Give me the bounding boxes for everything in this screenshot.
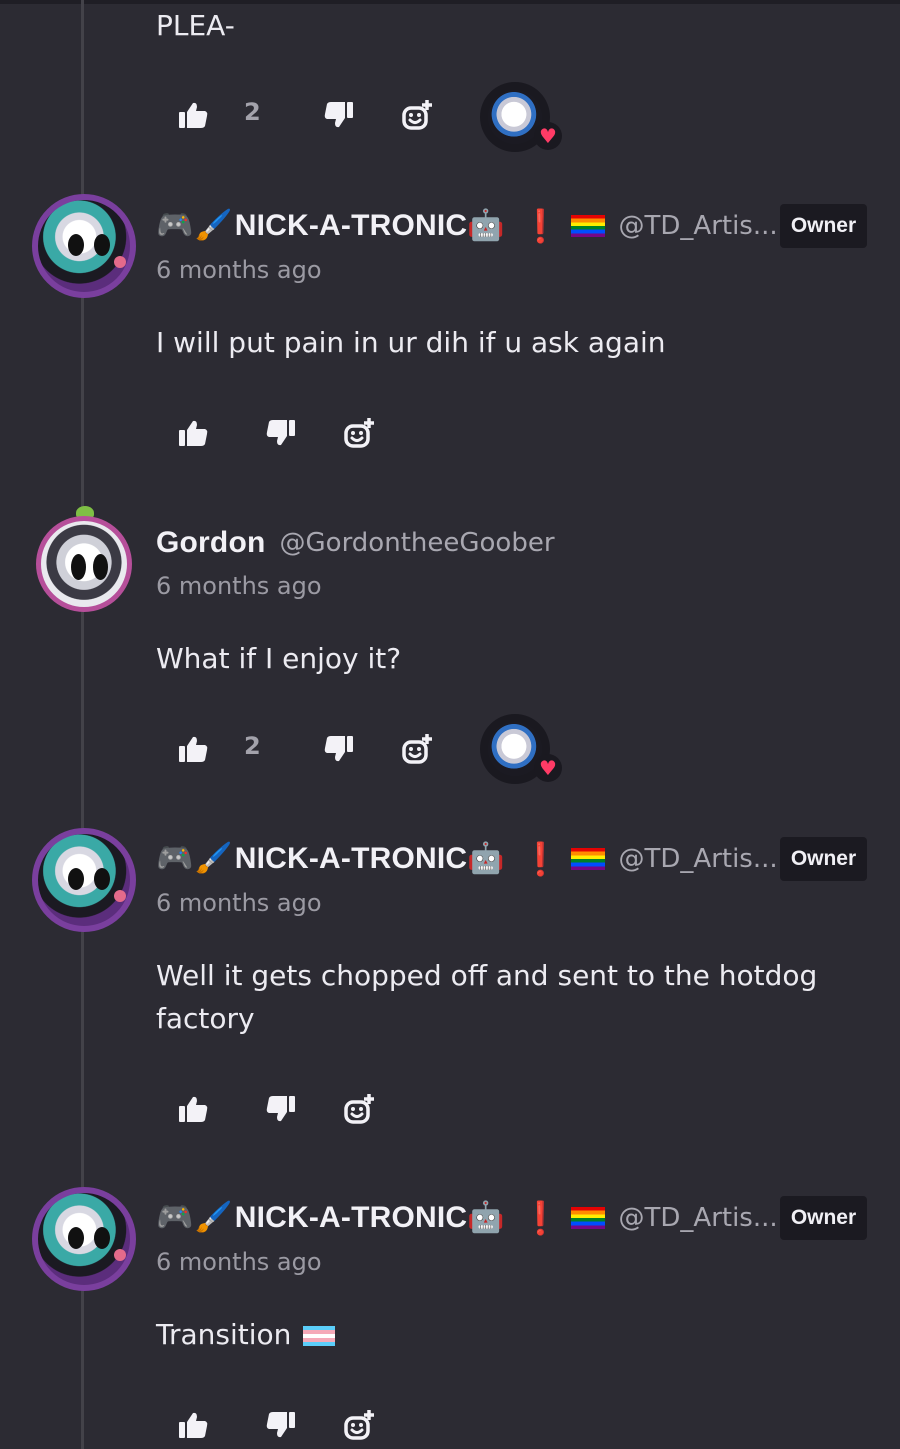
thumbs-up-icon[interactable] — [178, 1410, 208, 1440]
pride-flag-icon — [570, 848, 605, 870]
username[interactable]: NICK-A-TRONIC — [235, 1201, 468, 1235]
comment-header: 🎮 🖌️ NICK-A-TRONIC 🤖 ❗ @TD_Artis... — [156, 837, 778, 881]
thumbs-down-icon[interactable] — [324, 734, 354, 764]
avatar[interactable] — [36, 516, 132, 612]
thumbs-down-icon[interactable] — [266, 1094, 296, 1124]
comment-text-row: Transition — [156, 1313, 856, 1356]
brush-emoji: 🖌️ — [195, 1200, 233, 1235]
user-handle[interactable]: @TD_Artis... — [619, 844, 778, 874]
owner-badge: Owner — [780, 204, 867, 248]
brush-emoji: 🖌️ — [195, 208, 233, 243]
comment-text: PLEA- — [156, 9, 235, 42]
add-reaction-icon[interactable] — [402, 734, 432, 764]
comment-header: Gordon @GordontheeGoober — [156, 521, 555, 565]
robot-emoji: 🤖 — [467, 841, 505, 876]
timestamp: 6 months ago — [156, 256, 322, 284]
thumbs-down-icon[interactable] — [324, 100, 354, 130]
username[interactable]: NICK-A-TRONIC — [235, 842, 468, 876]
brush-emoji: 🖌️ — [195, 841, 233, 876]
user-handle[interactable]: @TD_Artis... — [619, 211, 778, 241]
comment-header: 🎮 🖌️ NICK-A-TRONIC 🤖 ❗ @TD_Artis... — [156, 1196, 778, 1240]
timestamp: 6 months ago — [156, 1248, 322, 1276]
owner-badge: Owner — [780, 837, 867, 881]
avatar[interactable] — [32, 828, 136, 932]
reaction-avatar[interactable]: ♥ — [480, 714, 562, 784]
comment-text: Transition — [156, 1318, 292, 1351]
comment-header: 🎮 🖌️ NICK-A-TRONIC 🤖 ❗ @TD_Artis... — [156, 204, 778, 248]
avatar[interactable] — [32, 1187, 136, 1291]
reaction-avatar[interactable]: ♥ — [480, 82, 562, 152]
thumbs-up-icon[interactable] — [178, 734, 208, 764]
pride-flag-icon — [570, 1207, 605, 1229]
username[interactable]: Gordon — [156, 526, 266, 560]
like-count: 2 — [244, 98, 261, 126]
heart-icon: ♥ — [534, 754, 562, 782]
comment-text: Well it gets chopped off and sent to the… — [156, 959, 818, 1035]
add-reaction-icon[interactable] — [344, 418, 374, 448]
username[interactable]: NICK-A-TRONIC — [235, 209, 468, 243]
thumbs-down-icon[interactable] — [266, 418, 296, 448]
heart-icon: ♥ — [534, 122, 562, 150]
pride-flag-icon — [570, 215, 605, 237]
exclamation-emoji: ❗ — [520, 1199, 561, 1237]
trans-flag-icon — [303, 1326, 336, 1346]
robot-emoji: 🤖 — [467, 208, 505, 243]
timestamp: 6 months ago — [156, 572, 322, 600]
gamepad-emoji: 🎮 — [156, 1200, 194, 1235]
add-reaction-icon[interactable] — [344, 1410, 374, 1440]
gamepad-emoji: 🎮 — [156, 208, 194, 243]
exclamation-emoji: ❗ — [520, 840, 561, 878]
comment-text: What if I enjoy it? — [156, 642, 402, 675]
add-reaction-icon[interactable] — [344, 1094, 374, 1124]
avatar[interactable] — [32, 194, 136, 298]
like-count: 2 — [244, 732, 261, 760]
user-handle[interactable]: @TD_Artis... — [619, 1203, 778, 1233]
exclamation-emoji: ❗ — [520, 207, 561, 245]
thumbs-up-icon[interactable] — [178, 1094, 208, 1124]
thumbs-up-icon[interactable] — [178, 418, 208, 448]
timestamp: 6 months ago — [156, 889, 322, 917]
add-reaction-icon[interactable] — [402, 100, 432, 130]
gamepad-emoji: 🎮 — [156, 841, 194, 876]
user-handle[interactable]: @GordontheeGoober — [280, 528, 555, 558]
owner-badge: Owner — [780, 1196, 867, 1240]
thumbs-up-icon[interactable] — [178, 100, 208, 130]
robot-emoji: 🤖 — [467, 1200, 505, 1235]
thumbs-down-icon[interactable] — [266, 1410, 296, 1440]
comment-text: I will put pain in ur dih if u ask again — [156, 326, 666, 359]
